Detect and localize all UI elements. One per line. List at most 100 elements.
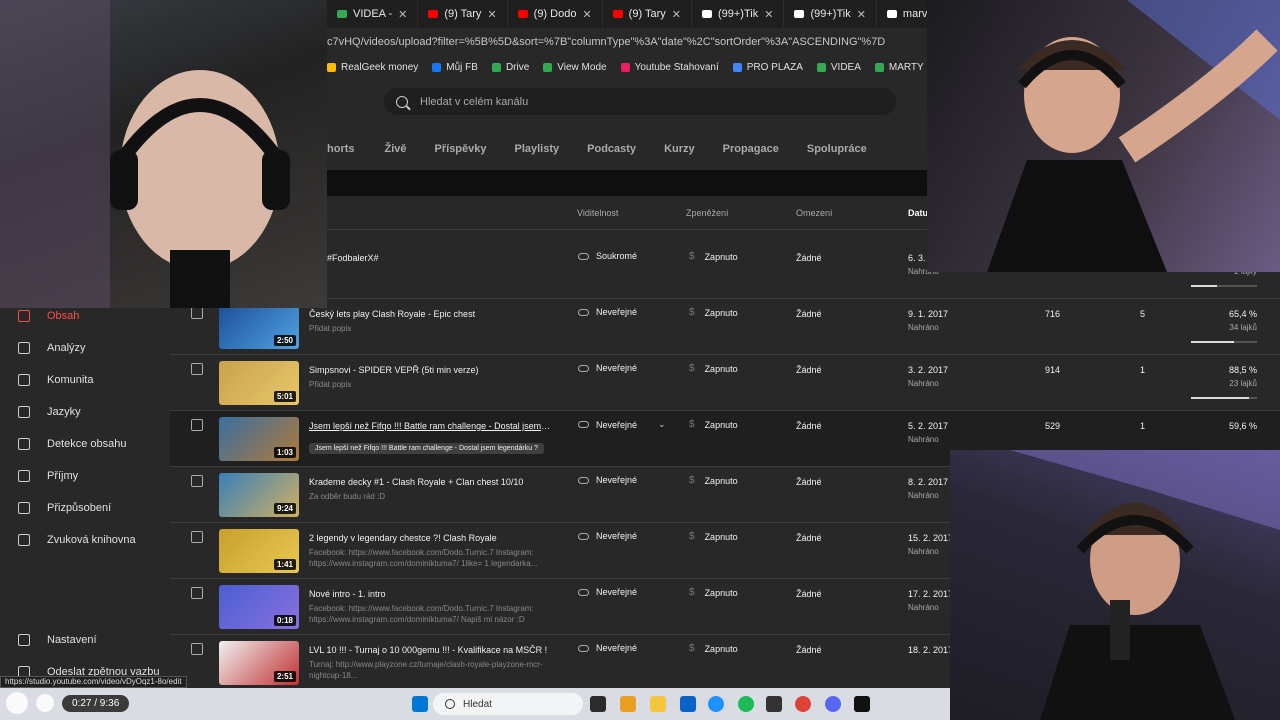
- content-tab[interactable]: Spolupráce: [807, 143, 867, 155]
- webcam-bottom-right: [950, 450, 1280, 720]
- row-checkbox[interactable]: [191, 531, 203, 543]
- video-thumbnail[interactable]: 2:51: [219, 641, 299, 685]
- col-restrictions[interactable]: Omezení: [796, 208, 833, 218]
- spotify-icon[interactable]: [738, 696, 754, 712]
- video-thumbnail[interactable]: 1:03: [219, 417, 299, 461]
- monetization-cell[interactable]: $ Zapnuto: [689, 363, 738, 374]
- comments-value: 5: [1139, 309, 1145, 319]
- visibility-cell[interactable]: Soukromé: [578, 251, 637, 261]
- edge-icon[interactable]: [708, 696, 724, 712]
- visibility-cell[interactable]: Neveřejné: [578, 307, 637, 317]
- url-text[interactable]: c7vHQ/videos/upload?filter=%5B%5D&sort=%…: [327, 36, 885, 48]
- video-title[interactable]: Nové intro - 1. intro: [309, 589, 551, 599]
- bookmark-item[interactable]: Můj FB: [432, 62, 478, 73]
- visibility-cell[interactable]: Neveřejné: [578, 475, 637, 485]
- address-bar[interactable]: c7vHQ/videos/upload?filter=%5B%5D&sort=%…: [327, 28, 927, 56]
- browser-tab[interactable]: VIDEA - ✕: [327, 0, 419, 28]
- content-tab[interactable]: horts: [327, 143, 355, 155]
- sidebar-item[interactable]: Přizpůsobení: [0, 492, 170, 524]
- row-checkbox[interactable]: [191, 307, 203, 319]
- table-row[interactable]: 2:50 Český lets play Clash Royale - Epic …: [170, 299, 1280, 355]
- sidebar-item[interactable]: Komunita: [0, 364, 170, 396]
- video-thumbnail[interactable]: 9:24: [219, 473, 299, 517]
- video-title[interactable]: Český lets play Clash Royale - Epic ches…: [309, 309, 551, 319]
- bookmark-item[interactable]: RealGeek money: [327, 62, 418, 73]
- video-title[interactable]: #FodbalerX#: [327, 253, 569, 263]
- browser-tab[interactable]: (9) Tary ✕: [603, 0, 692, 28]
- video-thumbnail[interactable]: 5:01: [219, 361, 299, 405]
- visibility-cell[interactable]: Neveřejné: [578, 587, 637, 597]
- close-icon[interactable]: ✕: [672, 8, 681, 21]
- content-tab[interactable]: Příspěvky: [435, 143, 487, 155]
- browser-tab[interactable]: (9) Tary ✕: [418, 0, 508, 28]
- browser-tab[interactable]: (99+)Tik ✕: [784, 0, 877, 28]
- browser-tab[interactable]: (9) Dodo ✕: [508, 0, 603, 28]
- monetization-cell[interactable]: $ Zapnuto: [689, 419, 738, 430]
- bookmark-item[interactable]: VIDEA: [816, 62, 861, 73]
- col-visibility[interactable]: Viditelnost: [577, 208, 618, 218]
- content-tab[interactable]: Playlisty: [515, 143, 560, 155]
- monetization-cell[interactable]: $ Zapnuto: [689, 531, 738, 542]
- discord-icon[interactable]: [825, 696, 841, 712]
- content-tab[interactable]: Propagace: [723, 143, 779, 155]
- monetization-cell[interactable]: $ Zapnuto: [689, 475, 738, 486]
- taskbar-search[interactable]: Hledat: [433, 693, 583, 715]
- monetization-cell[interactable]: $ Zapnuto: [689, 251, 738, 262]
- bookmark-item[interactable]: View Mode: [543, 62, 607, 73]
- bookmark-item[interactable]: PRO PLAZA: [732, 62, 803, 73]
- col-monetization[interactable]: Zpeněžení: [686, 208, 729, 218]
- monetization-cell[interactable]: $ Zapnuto: [689, 587, 738, 598]
- content-tab[interactable]: Živě: [385, 143, 407, 155]
- widgets-icon[interactable]: [620, 696, 636, 712]
- taskview-icon[interactable]: [590, 696, 606, 712]
- windows-start-icon[interactable]: [412, 696, 428, 712]
- close-icon[interactable]: ✕: [764, 8, 773, 21]
- row-checkbox[interactable]: [191, 475, 203, 487]
- video-title[interactable]: Krademe decky #1 - Clash Royale + Clan c…: [309, 477, 551, 487]
- video-title[interactable]: Simpsnovi - SPIDER VEPŘ (5ti min verze): [309, 365, 551, 375]
- video-thumbnail[interactable]: 0:18: [219, 585, 299, 629]
- visibility-cell[interactable]: Neveřejné: [578, 643, 637, 653]
- sidebar-item[interactable]: Zvuková knihovna: [0, 524, 170, 556]
- video-thumbnail[interactable]: 2:50: [219, 305, 299, 349]
- sidebar-item[interactable]: Příjmy: [0, 460, 170, 492]
- sidebar-item[interactable]: Jazyky: [0, 396, 170, 428]
- visibility-cell[interactable]: Neveřejné: [578, 531, 637, 541]
- search-placeholder[interactable]: Hledat v celém kanálu: [420, 96, 528, 108]
- epic-games-icon[interactable]: [854, 696, 870, 712]
- browser-tab[interactable]: (99+)Tik ✕: [692, 0, 785, 28]
- chevron-down-icon[interactable]: ⌄: [658, 419, 666, 430]
- video-title[interactable]: Jsem lepší než Fifqo !!! Battle ram chal…: [309, 421, 551, 431]
- content-tab[interactable]: Kurzy: [664, 143, 695, 155]
- row-checkbox[interactable]: [191, 643, 203, 655]
- sidebar-item[interactable]: Analýzy: [0, 332, 170, 364]
- table-row[interactable]: 5:01 Simpsnovi - SPIDER VEPŘ (5ti min ver…: [170, 355, 1280, 411]
- outlook-icon[interactable]: [680, 696, 696, 712]
- volume-icon[interactable]: [36, 694, 54, 712]
- close-icon[interactable]: ✕: [857, 8, 866, 21]
- video-title[interactable]: 2 legendy v legendary chestce ?! Clash R…: [309, 533, 551, 543]
- video-thumbnail[interactable]: 1:41: [219, 529, 299, 573]
- chrome-icon[interactable]: [795, 696, 811, 712]
- content-tab[interactable]: Podcasty: [587, 143, 636, 155]
- settings-button[interactable]: Nastavení: [0, 624, 170, 656]
- play-icon[interactable]: [6, 692, 28, 714]
- bookmark-item[interactable]: Drive: [491, 62, 529, 73]
- visibility-cell[interactable]: Neveřejné ⌄: [578, 419, 666, 430]
- terminal-icon[interactable]: [766, 696, 782, 712]
- bookmark-item[interactable]: Youtube Stahovaní: [620, 62, 719, 73]
- channel-search[interactable]: Hledat v celém kanálu: [384, 88, 896, 115]
- explorer-icon[interactable]: [650, 696, 666, 712]
- close-icon[interactable]: ✕: [582, 8, 591, 21]
- close-icon[interactable]: ✕: [487, 8, 496, 21]
- row-checkbox[interactable]: [191, 363, 203, 375]
- monetization-cell[interactable]: $ Zapnuto: [689, 307, 738, 318]
- visibility-cell[interactable]: Neveřejné: [578, 363, 637, 373]
- row-checkbox[interactable]: [191, 419, 203, 431]
- sidebar-item[interactable]: Detekce obsahu: [0, 428, 170, 460]
- monetization-cell[interactable]: $ Zapnuto: [689, 643, 738, 654]
- row-checkbox[interactable]: [191, 587, 203, 599]
- col-date[interactable]: Datu: [908, 208, 928, 218]
- video-title[interactable]: LVL 10 !!! - Turnaj o 10 000gemu !!! - K…: [309, 645, 551, 655]
- close-icon[interactable]: ✕: [398, 8, 407, 21]
